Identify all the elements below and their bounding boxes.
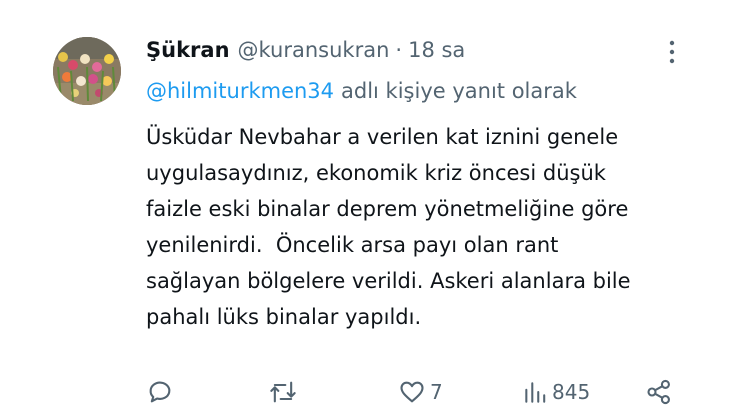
tweet-text-line: sağlayan bölgelere verildi. Askeri alanl…	[146, 269, 631, 293]
mention-link[interactable]: @hilmiturkmen34	[146, 79, 334, 103]
tweet-text-line: uygulasaydınız, ekonomik kriz öncesi düş…	[146, 161, 606, 185]
like-button[interactable]: 7	[398, 372, 443, 412]
separator-dot: ·	[395, 38, 403, 62]
avatar[interactable]	[53, 37, 121, 105]
retweet-button[interactable]	[268, 372, 298, 412]
user-handle[interactable]: @kuransukran	[238, 38, 390, 62]
reply-context: @hilmiturkmen34 adlı kişiye yanıt olarak	[146, 79, 577, 103]
retweet-icon	[270, 381, 296, 403]
share-icon	[647, 379, 670, 405]
reply-icon	[149, 381, 171, 403]
bar-chart-icon	[525, 382, 546, 403]
tweet-header: Şükran @kuransukran · 18 sa	[146, 33, 465, 67]
heart-icon	[400, 381, 424, 403]
like-count: 7	[430, 380, 443, 404]
reply-button[interactable]	[146, 372, 174, 412]
tweet-text-line: faizle eski binalar deprem yönetmeliğine…	[146, 197, 629, 221]
views-count: 845	[552, 380, 591, 404]
tweet-text-line: pahalı lüks binalar yapıldı.	[146, 305, 422, 329]
action-bar: 7 845	[140, 372, 700, 412]
tweet-text: Üsküdar Nevbahar a verilen kat iznini ge…	[146, 119, 706, 335]
more-dots-icon	[669, 40, 675, 64]
views-button[interactable]: 845	[522, 372, 590, 412]
more-options-button[interactable]	[660, 37, 684, 67]
display-name[interactable]: Şükran	[146, 38, 230, 62]
tweet: Şükran @kuransukran · 18 sa @hilmiturkme…	[0, 0, 730, 420]
timestamp[interactable]: 18 sa	[408, 38, 465, 62]
share-button[interactable]	[645, 372, 673, 412]
reply-context-text: adlı kişiye yanıt olarak	[341, 79, 577, 103]
tweet-text-line: yenilenirdi. Öncelik arsa payı olan rant	[146, 233, 559, 257]
tweet-text-line: Üsküdar Nevbahar a verilen kat iznini ge…	[146, 125, 619, 149]
